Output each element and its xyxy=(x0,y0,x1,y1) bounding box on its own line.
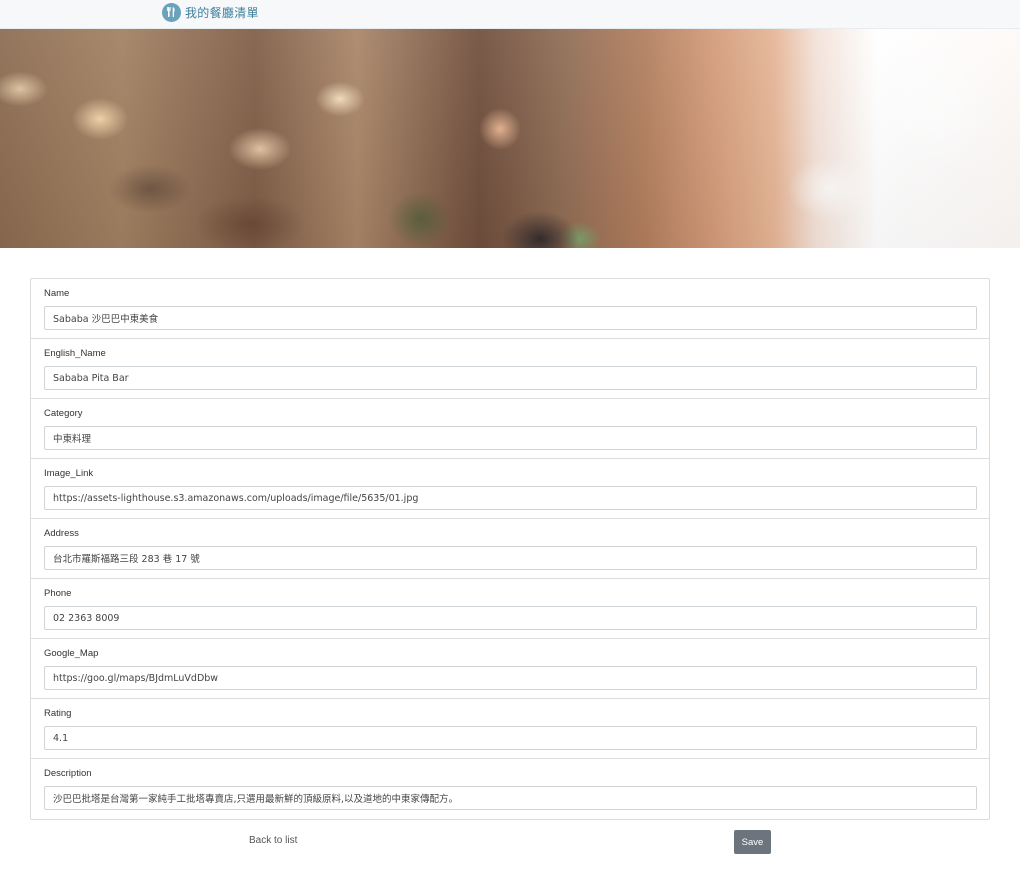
field-label-rating: Rating xyxy=(44,708,72,719)
field-label-name: Name xyxy=(44,288,70,299)
restaurant-banner-image xyxy=(0,29,1020,248)
field-label-phone: Phone xyxy=(44,588,72,599)
field-category: Category xyxy=(31,399,989,459)
address-input[interactable] xyxy=(44,546,977,570)
top-navbar: 我的餐廳清單 xyxy=(0,0,1020,29)
field-image-link: Image_Link xyxy=(31,459,989,519)
back-to-list-link[interactable]: Back to list xyxy=(249,835,297,846)
image-link-input[interactable] xyxy=(44,486,977,510)
rating-input[interactable] xyxy=(44,726,977,750)
brand-title: 我的餐廳清單 xyxy=(185,5,259,20)
category-input[interactable] xyxy=(44,426,977,450)
field-address: Address xyxy=(31,519,989,579)
utensils-icon xyxy=(162,2,181,22)
field-phone: Phone xyxy=(31,579,989,639)
field-label-category: Category xyxy=(44,408,83,419)
brand-link[interactable]: 我的餐廳清單 xyxy=(162,2,259,22)
description-input[interactable] xyxy=(44,786,977,810)
english-name-input[interactable] xyxy=(44,366,977,390)
field-label-image-link: Image_Link xyxy=(44,468,94,479)
field-rating: Rating xyxy=(31,699,989,759)
field-label-google-map: Google_Map xyxy=(44,648,99,659)
field-google-map: Google_Map xyxy=(31,639,989,699)
field-label-address: Address xyxy=(44,528,79,539)
field-label-english-name: English_Name xyxy=(44,348,106,359)
google-map-input[interactable] xyxy=(44,666,977,690)
field-description: Description xyxy=(31,759,989,819)
phone-input[interactable] xyxy=(44,606,977,630)
restaurant-edit-form: Name English_Name Category Image_Link Ad… xyxy=(30,278,990,820)
field-english-name: English_Name xyxy=(31,339,989,399)
name-input[interactable] xyxy=(44,306,977,330)
field-label-description: Description xyxy=(44,768,92,779)
save-button[interactable]: Save xyxy=(734,830,771,854)
field-name: Name xyxy=(31,279,989,339)
